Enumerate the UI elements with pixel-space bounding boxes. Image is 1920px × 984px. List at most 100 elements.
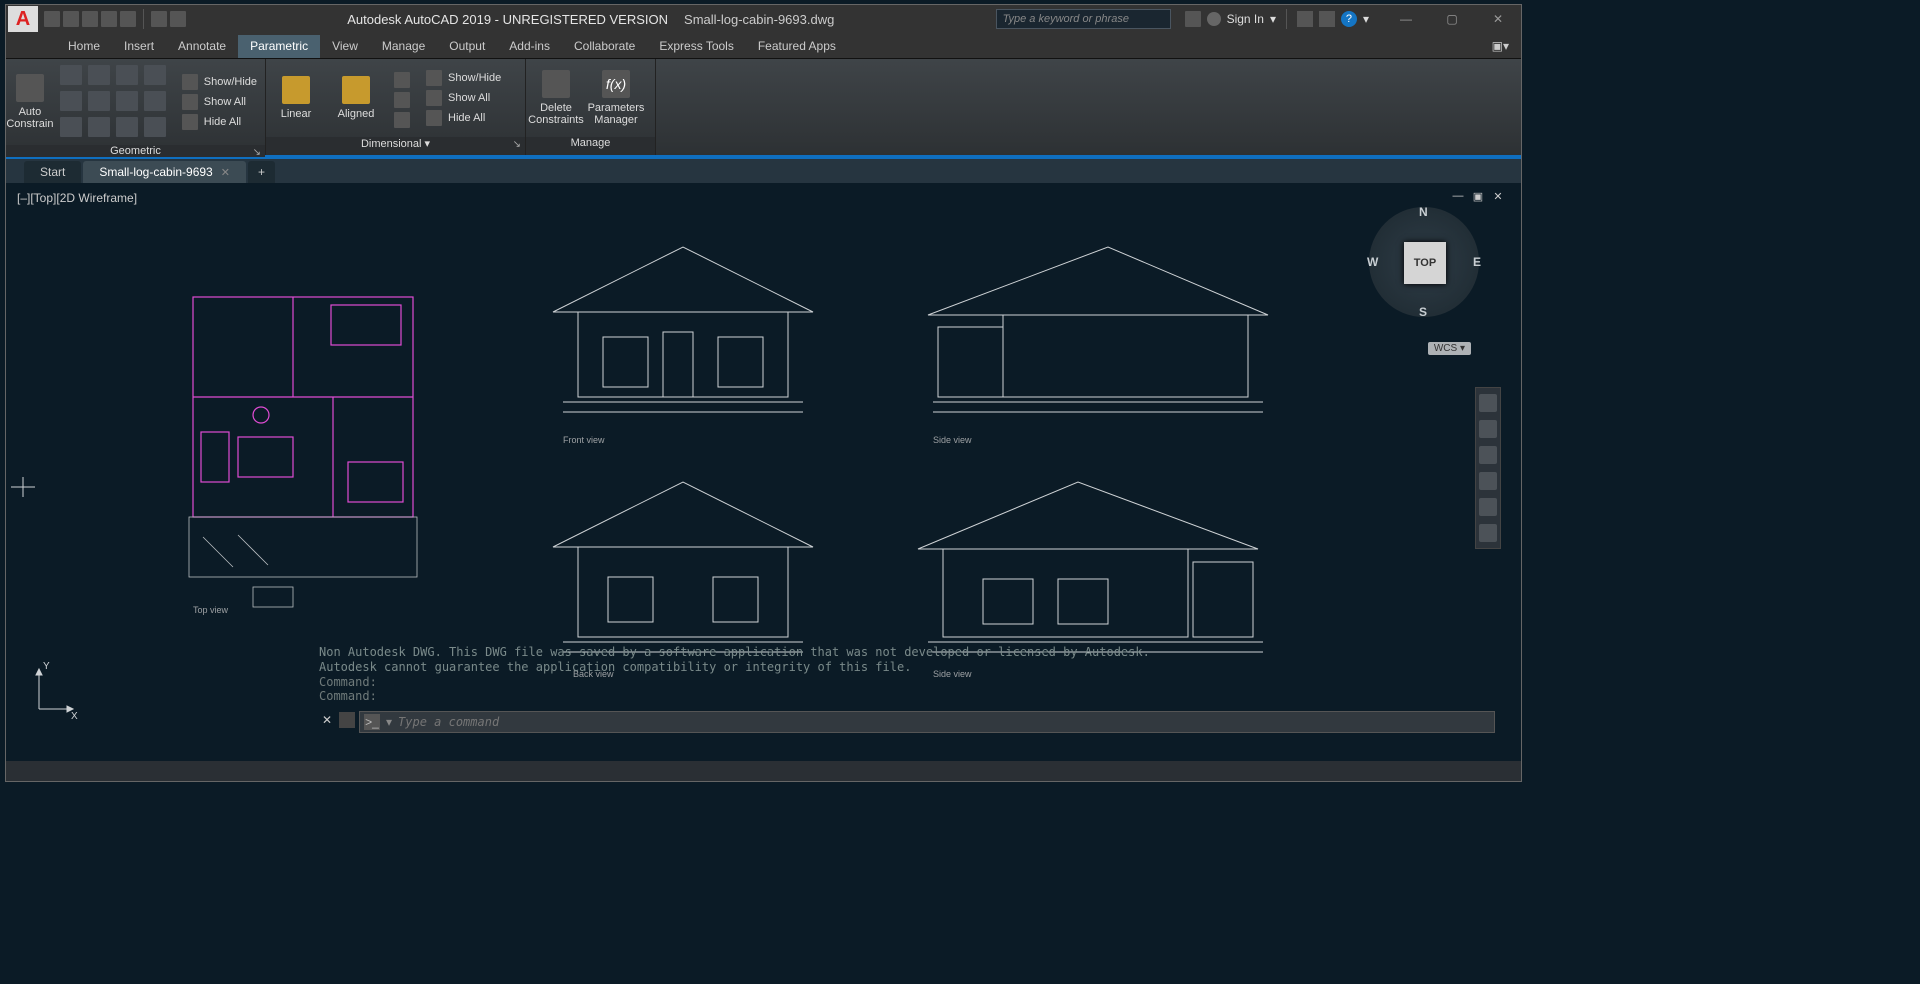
panel-expand-icon[interactable]: ↘ xyxy=(513,139,521,150)
angular-icon xyxy=(394,72,410,88)
tangent-icon[interactable] xyxy=(116,65,138,85)
command-customize-icon[interactable] xyxy=(339,712,355,728)
delete-constraints-button[interactable]: Delete Constraints xyxy=(526,59,586,137)
cart-icon[interactable] xyxy=(1297,11,1313,27)
qat-save-icon[interactable] xyxy=(82,11,98,27)
fix-icon[interactable] xyxy=(144,117,166,137)
hideall-icon xyxy=(182,114,198,130)
geo-showhide-button[interactable]: Show/Hide xyxy=(180,73,259,91)
geo-showall-button[interactable]: Show All xyxy=(180,93,259,111)
parallel-icon[interactable] xyxy=(144,65,166,85)
ribbon-tabs: Home Insert Annotate Parametric View Man… xyxy=(6,33,1521,59)
vertical-icon[interactable] xyxy=(88,91,110,111)
tab-collaborate[interactable]: Collaborate xyxy=(562,35,647,58)
exchange-icon[interactable] xyxy=(1319,11,1335,27)
drawing-back-elevation xyxy=(533,467,833,667)
horizontal-icon[interactable] xyxy=(60,91,82,111)
app-menu-button[interactable]: A xyxy=(8,6,38,32)
concentric-icon[interactable] xyxy=(144,91,166,111)
label-side-view-1: Side view xyxy=(933,435,972,445)
panel-label-dimensional[interactable]: Dimensional ▾↘ xyxy=(266,137,525,155)
signin-button[interactable]: Sign In xyxy=(1227,12,1264,26)
symmetric-icon[interactable] xyxy=(88,117,110,137)
ribbon-minimize-icon[interactable]: ▣▾ xyxy=(1480,35,1521,58)
drawing-floor-plan xyxy=(183,287,433,617)
parameters-manager-button[interactable]: f(x)Parameters Manager xyxy=(586,59,646,137)
tab-document[interactable]: Small-log-cabin-9693✕ xyxy=(83,161,246,183)
drawing-side-elevation-2 xyxy=(908,467,1278,667)
aligned-button[interactable]: Aligned xyxy=(326,59,386,137)
command-input[interactable] xyxy=(398,715,1490,729)
tab-parametric[interactable]: Parametric xyxy=(238,35,320,58)
radius-icon xyxy=(394,92,410,108)
tab-insert[interactable]: Insert xyxy=(112,35,166,58)
qat-undo-icon[interactable] xyxy=(151,11,167,27)
chevron-down-icon[interactable]: ▾ xyxy=(1363,12,1369,26)
smooth-icon[interactable] xyxy=(60,117,82,137)
qat-saveas-icon[interactable] xyxy=(101,11,117,27)
infocenter-search[interactable]: Type a keyword or phrase xyxy=(996,9,1171,29)
qat-redo-icon[interactable] xyxy=(170,11,186,27)
command-prompt: Command: xyxy=(319,675,1495,689)
dim-angular-button[interactable] xyxy=(392,71,412,89)
close-button[interactable]: ✕ xyxy=(1475,5,1521,33)
tab-new-button[interactable]: + xyxy=(248,161,275,183)
tab-annotate[interactable]: Annotate xyxy=(166,35,238,58)
command-history-line: Autodesk cannot guarantee the applicatio… xyxy=(319,660,1495,675)
svg-text:Y: Y xyxy=(43,661,50,672)
linear-button[interactable]: Linear xyxy=(266,59,326,137)
dim-radius-button[interactable] xyxy=(392,91,412,109)
geo-hideall-button[interactable]: Hide All xyxy=(180,113,259,131)
command-window[interactable]: Non Autodesk DWG. This DWG file was save… xyxy=(319,645,1495,733)
command-prompt-icon: >_ xyxy=(364,714,380,730)
auto-constrain-icon xyxy=(16,74,44,102)
drawing-front-elevation xyxy=(533,237,833,427)
perpendicular-icon[interactable] xyxy=(88,65,110,85)
crosshair-icon xyxy=(11,477,35,497)
tab-manage[interactable]: Manage xyxy=(370,35,437,58)
coincident-icon[interactable] xyxy=(60,65,82,85)
command-close-icon[interactable]: ✕ xyxy=(319,712,335,728)
parameters-manager-icon: f(x) xyxy=(602,70,630,98)
equal-icon[interactable] xyxy=(116,117,138,137)
status-bar xyxy=(6,761,1521,781)
minimize-button[interactable]: — xyxy=(1383,5,1429,33)
plus-icon: + xyxy=(258,165,265,179)
tab-close-icon[interactable]: ✕ xyxy=(221,166,230,179)
qat-open-icon[interactable] xyxy=(63,11,79,27)
chevron-down-icon[interactable]: ▾ xyxy=(1270,12,1276,26)
dim-hideall-button[interactable]: Hide All xyxy=(424,109,503,127)
maximize-button[interactable]: ▢ xyxy=(1429,5,1475,33)
separator xyxy=(1286,9,1287,29)
dim-showall-button[interactable]: Show All xyxy=(424,89,503,107)
command-prompt: Command: xyxy=(319,689,1495,703)
person-icon xyxy=(1207,12,1221,26)
diameter-icon xyxy=(394,112,410,128)
dim-showhide-button[interactable]: Show/Hide xyxy=(424,69,503,87)
separator xyxy=(143,9,144,29)
qat-plot-icon[interactable] xyxy=(120,11,136,27)
tab-addins[interactable]: Add-ins xyxy=(497,35,562,58)
auto-constrain-button[interactable]: Auto Constrain xyxy=(6,59,54,145)
showall-icon xyxy=(426,90,442,106)
tab-view[interactable]: View xyxy=(320,35,370,58)
qat-new-icon[interactable] xyxy=(44,11,60,27)
collinear-icon[interactable] xyxy=(116,91,138,111)
tab-expresstools[interactable]: Express Tools xyxy=(647,35,745,58)
dim-diameter-button[interactable] xyxy=(392,111,412,129)
linear-icon xyxy=(282,76,310,104)
panel-label-geometric[interactable]: Geometric↘ xyxy=(6,145,265,157)
panel-expand-icon[interactable]: ↘ xyxy=(253,147,261,158)
label-front-view: Front view xyxy=(563,435,605,445)
tab-output[interactable]: Output xyxy=(437,35,497,58)
help-icon[interactable]: ? xyxy=(1341,11,1357,27)
aligned-icon xyxy=(342,76,370,104)
hideall-icon xyxy=(426,110,442,126)
tab-featuredapps[interactable]: Featured Apps xyxy=(746,35,848,58)
svg-text:X: X xyxy=(71,711,78,719)
binoculars-icon[interactable] xyxy=(1185,11,1201,27)
showhide-icon xyxy=(426,70,442,86)
tab-home[interactable]: Home xyxy=(56,35,112,58)
constraint-icons-grid xyxy=(54,59,174,145)
tab-start[interactable]: Start xyxy=(24,161,81,183)
